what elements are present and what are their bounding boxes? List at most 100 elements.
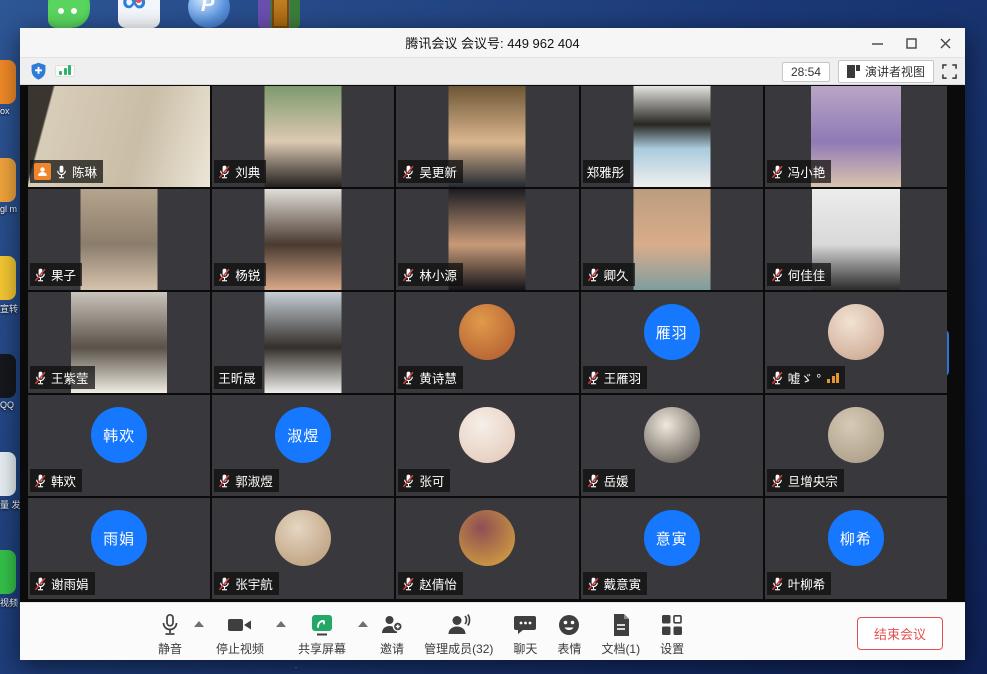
minimize-button[interactable] <box>863 31 891 55</box>
muted-mic-icon <box>402 474 415 488</box>
toolbar-label: 表情 <box>557 640 581 657</box>
meeting-toolbar: 28:54 演讲者视图 <box>20 58 965 85</box>
muted-mic-icon <box>402 371 415 385</box>
expand-options-arrow[interactable] <box>194 621 204 627</box>
desktop-shortcut-icon[interactable]: ox <box>0 60 20 116</box>
security-shield-icon[interactable] <box>30 62 47 80</box>
desktop-shortcut-icon[interactable]: 视频 <box>0 550 20 606</box>
participant-name: 嘘ゞ ° <box>788 368 821 387</box>
participant-tile[interactable]: 张宇航 <box>212 498 394 599</box>
muted-mic-icon <box>771 268 784 282</box>
toolbar-buttons: 静音 停止视频 共享屏幕 邀请 管理成员(32) 聊天 表情 文档(1) 设置 <box>148 607 694 657</box>
participant-name-label: 郭淑煜 <box>214 469 279 492</box>
participant-tile[interactable]: 岳媛 <box>581 395 763 496</box>
shortcut-label: gl m <box>0 204 20 214</box>
participant-tile[interactable]: 冯小艳 <box>765 86 947 187</box>
close-button[interactable] <box>931 31 959 55</box>
participant-tile[interactable]: 刘典 <box>212 86 394 187</box>
camera-icon <box>227 613 253 637</box>
desktop-shortcut-icon[interactable]: 量 发 <box>0 452 20 508</box>
participant-tile[interactable]: 意寅 戴意寅 <box>581 498 763 599</box>
desktop-shortcut-icon[interactable]: gl m <box>0 158 20 214</box>
mic-icon <box>55 165 68 179</box>
participant-tile[interactable]: 吴更新 <box>396 86 578 187</box>
potplayer-icon[interactable] <box>188 0 230 28</box>
members-toolbar-button[interactable]: 管理成员(32) <box>414 607 503 657</box>
participant-tile[interactable]: 何佳佳 <box>765 189 947 290</box>
participant-tile[interactable]: 雁羽 王雁羽 <box>581 292 763 393</box>
participant-name: 卿久 <box>604 265 629 284</box>
participant-name-label: 戴意寅 <box>583 572 648 595</box>
members-icon <box>446 613 472 637</box>
participant-name: 韩欢 <box>51 471 76 490</box>
avatar: 淑煜 <box>275 407 331 463</box>
desktop-shortcut-icon[interactable]: 宣转 <box>0 256 20 312</box>
toolbar-label: 聊天 <box>513 640 537 657</box>
muted-mic-icon <box>771 165 784 179</box>
participant-tile[interactable]: 陈琳 <box>28 86 210 187</box>
expand-options-arrow[interactable] <box>358 621 368 627</box>
emoji-toolbar-button[interactable]: 表情 <box>547 607 591 657</box>
participant-name: 黄诗慧 <box>419 368 457 387</box>
fullscreen-icon[interactable] <box>942 64 957 79</box>
participant-tile[interactable]: 柳希 叶柳希 <box>765 498 947 599</box>
participant-tile[interactable]: 嘘ゞ ° <box>765 292 947 393</box>
participant-tile[interactable]: 卿久 <box>581 189 763 290</box>
avatar: 雨娟 <box>91 510 147 566</box>
avatar <box>459 510 515 566</box>
mic-toolbar-button[interactable]: 静音 <box>148 607 192 657</box>
participant-name-label: 王紫莹 <box>30 366 95 389</box>
network-signal-icon[interactable] <box>55 65 75 77</box>
muted-mic-icon <box>34 371 47 385</box>
muted-mic-icon <box>587 268 600 282</box>
speaker-view-button[interactable]: 演讲者视图 <box>838 60 934 83</box>
bottom-toolbar: 静音 停止视频 共享屏幕 邀请 管理成员(32) 聊天 表情 文档(1) 设置 … <box>20 602 965 660</box>
participant-tile[interactable]: 赵倩怡 <box>396 498 578 599</box>
share-screen-toolbar-button[interactable]: 共享屏幕 <box>288 607 356 657</box>
video-feed <box>633 86 710 187</box>
desktop-left-icons: ox gl m 宣转 QQ 量 发 视频 <box>0 60 20 648</box>
end-meeting-button[interactable]: 结束会议 <box>857 617 943 650</box>
toolbar-label: 静音 <box>158 640 182 657</box>
participant-name: 张宇航 <box>235 574 273 593</box>
chat-icon <box>513 613 537 637</box>
participant-tile[interactable]: 杨锐 <box>212 189 394 290</box>
participant-tile[interactable]: 张可 <box>396 395 578 496</box>
cloud-app-icon[interactable] <box>118 0 160 28</box>
participant-tile[interactable]: 淑煜 郭淑煜 <box>212 395 394 496</box>
participant-tile[interactable]: 郑雅彤 <box>581 86 763 187</box>
participant-tile[interactable]: 林小源 <box>396 189 578 290</box>
participant-tile[interactable]: 果子 <box>28 189 210 290</box>
shortcut-label: QQ <box>0 400 20 410</box>
toolbar-label: 设置 <box>660 640 684 657</box>
participant-tile[interactable]: 雨娟 谢雨娟 <box>28 498 210 599</box>
speaker-view-label: 演讲者视图 <box>865 63 925 80</box>
participant-name-label: 嘘ゞ ° <box>767 366 845 389</box>
participant-tile[interactable]: 黄诗慧 <box>396 292 578 393</box>
camera-toolbar-button[interactable]: 停止视频 <box>206 607 274 657</box>
muted-mic-icon <box>771 371 784 385</box>
desktop-shortcut-icon[interactable]: QQ <box>0 354 20 410</box>
video-feed <box>633 189 710 290</box>
participant-tile[interactable]: 旦增央宗 <box>765 395 947 496</box>
title-bar[interactable]: 腾讯会议 会议号: 449 962 404 <box>20 28 965 58</box>
video-feed <box>265 189 342 290</box>
participant-tile[interactable]: 王紫莹 <box>28 292 210 393</box>
participant-tile[interactable]: 韩欢 韩欢 <box>28 395 210 496</box>
doc-toolbar-button[interactable]: 文档(1) <box>591 607 650 657</box>
avatar: 韩欢 <box>91 407 147 463</box>
maximize-button[interactable] <box>897 31 925 55</box>
invite-toolbar-button[interactable]: 邀请 <box>370 607 414 657</box>
muted-mic-icon <box>34 474 47 488</box>
participant-name: 杨锐 <box>235 265 260 284</box>
video-grid: ◀ ▶ 陈琳 刘典 吴更新郑雅彤 冯小艳 果子 <box>20 85 965 602</box>
participant-tile[interactable]: 王昕晟 <box>212 292 394 393</box>
wechat-icon[interactable] <box>48 0 90 28</box>
participant-name: 果子 <box>51 265 76 284</box>
settings-toolbar-button[interactable]: 设置 <box>650 607 694 657</box>
chat-toolbar-button[interactable]: 聊天 <box>503 607 547 657</box>
participant-name-label: 王昕晟 <box>214 366 262 389</box>
muted-mic-icon <box>218 474 231 488</box>
expand-options-arrow[interactable] <box>276 621 286 627</box>
winrar-icon[interactable] <box>258 0 300 28</box>
